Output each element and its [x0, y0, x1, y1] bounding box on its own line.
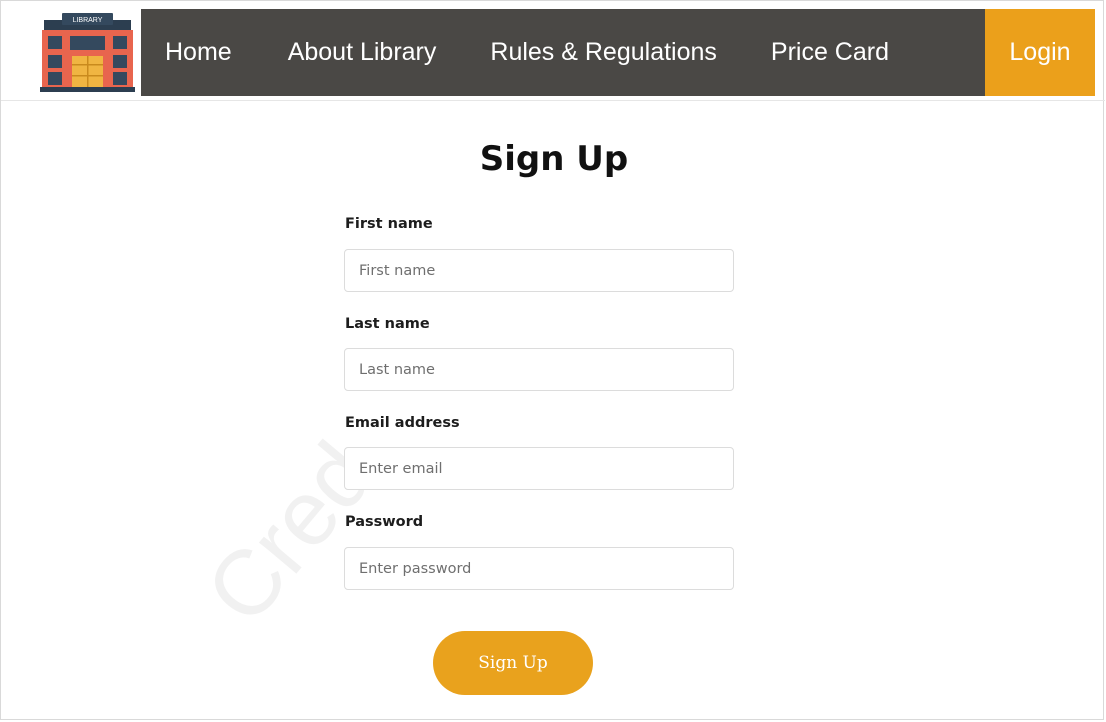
main-nav: Home About Library Rules & Regulations P…	[141, 9, 1095, 96]
email-label: Email address	[345, 415, 460, 431]
page-title: Sign Up	[479, 139, 629, 179]
nav-rules-regulations[interactable]: Rules & Regulations	[490, 9, 717, 96]
nav-login-button[interactable]: Login	[985, 9, 1095, 96]
library-building-icon: LIBRARY	[40, 13, 135, 99]
nav-price-card[interactable]: Price Card	[771, 9, 889, 96]
sign-up-button[interactable]: Sign Up	[433, 631, 593, 695]
first-name-label: First name	[345, 216, 433, 232]
password-input[interactable]	[344, 547, 734, 590]
email-input[interactable]	[344, 447, 734, 490]
last-name-input[interactable]	[344, 348, 734, 391]
page-frame: LIBRARY Home About Library Rules & Regul…	[0, 0, 1105, 720]
nav-about-library[interactable]: About Library	[288, 9, 437, 96]
password-label: Password	[345, 514, 424, 530]
logo-sign-text: LIBRARY	[73, 17, 103, 24]
header-divider	[1, 100, 1105, 101]
last-name-label: Last name	[345, 316, 430, 332]
nav-home[interactable]: Home	[165, 9, 232, 96]
library-logo[interactable]: LIBRARY	[34, 9, 141, 101]
first-name-input[interactable]	[344, 249, 734, 292]
